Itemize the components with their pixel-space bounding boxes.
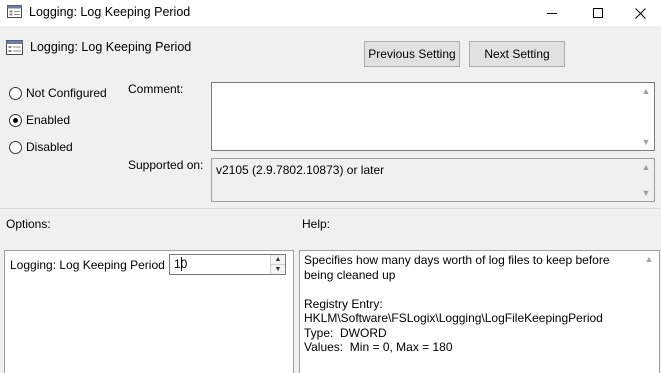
scroll-up-icon[interactable]: ▲ — [645, 254, 654, 373]
close-button[interactable] — [617, 0, 661, 26]
stepper-buttons[interactable]: ▲ ▼ — [270, 255, 285, 274]
stepper-down-icon[interactable]: ▼ — [271, 265, 285, 274]
close-icon — [634, 7, 646, 19]
log-keeping-period-label: Logging: Log Keeping Period — [10, 258, 165, 272]
supported-on-label: Supported on: — [128, 158, 204, 172]
help-label: Help: — [302, 217, 331, 231]
comment-label: Comment: — [128, 82, 184, 96]
supported-on-value: v2105 (2.9.7802.10873) or later — [216, 163, 385, 177]
maximize-icon — [593, 8, 603, 18]
scroll-down-icon[interactable]: ▼ — [642, 137, 651, 147]
policy-setting-icon — [6, 39, 23, 56]
comment-scrollbar[interactable]: ▲ ▼ — [638, 83, 654, 150]
help-text: Specifies how many days worth of log fil… — [304, 253, 610, 354]
maximize-button[interactable] — [575, 0, 621, 26]
scroll-down-icon[interactable]: ▼ — [642, 188, 651, 198]
options-label: Options: — [6, 217, 51, 231]
scroll-up-icon[interactable]: ▲ — [642, 162, 651, 172]
radio-not-configured[interactable]: Not Configured — [9, 86, 107, 100]
setting-title: Logging: Log Keeping Period — [30, 40, 192, 54]
radio-disabled[interactable]: Disabled — [9, 140, 73, 154]
policy-setting-icon — [7, 4, 22, 19]
radio-label: Not Configured — [26, 86, 107, 100]
divider — [0, 208, 661, 209]
radio-label: Disabled — [26, 140, 73, 154]
radio-circle[interactable] — [9, 113, 22, 127]
window-title: Logging: Log Keeping Period — [29, 5, 191, 19]
text-caret — [181, 257, 182, 271]
radio-label: Enabled — [26, 113, 71, 127]
scroll-up-icon[interactable]: ▲ — [642, 86, 651, 96]
radio-enabled[interactable]: Enabled — [9, 113, 70, 127]
radio-circle[interactable] — [9, 140, 22, 154]
help-scrollbar[interactable]: ▲ — [640, 251, 658, 373]
radio-circle[interactable] — [9, 86, 22, 100]
previous-setting-button[interactable]: Previous Setting — [364, 41, 460, 67]
minimize-button[interactable] — [529, 0, 575, 26]
comment-field[interactable]: ▲ ▼ — [211, 82, 655, 151]
stepper-up-icon[interactable]: ▲ — [271, 255, 285, 265]
minimize-icon — [547, 13, 557, 14]
next-setting-button[interactable]: Next Setting — [469, 41, 565, 67]
supported-scrollbar[interactable]: ▲ ▼ — [638, 159, 654, 201]
